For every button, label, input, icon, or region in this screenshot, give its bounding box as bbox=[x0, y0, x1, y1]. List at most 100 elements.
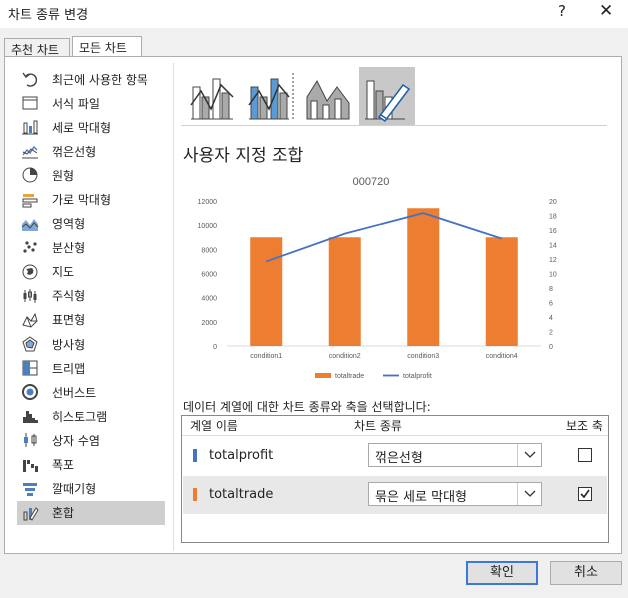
chart-type-item[interactable]: 영역형 bbox=[17, 212, 165, 236]
folder-icon bbox=[21, 94, 39, 112]
legend-swatch-totaltrade bbox=[315, 373, 331, 378]
x-axis-tick-label: condition3 bbox=[407, 353, 439, 360]
chart-type-item[interactable]: 분산형 bbox=[17, 236, 165, 260]
chart-type-item[interactable]: 원형 bbox=[17, 163, 165, 187]
column-line-secondary-icon bbox=[248, 73, 294, 120]
chart-type-label: 분산형 bbox=[52, 241, 86, 256]
x-axis-tick-label: condition4 bbox=[486, 353, 518, 360]
primary-axis-tick-label: 12000 bbox=[198, 199, 218, 206]
subtype-clustered-column-line[interactable] bbox=[185, 67, 241, 125]
chart-type-label: 최근에 사용한 항목 bbox=[52, 72, 148, 87]
series-name: totalprofit bbox=[209, 448, 274, 463]
subtype-column-line-secondary[interactable] bbox=[243, 67, 299, 125]
subtype-custom-combination[interactable] bbox=[359, 67, 415, 125]
chart-type-value: 묶은 세로 막대형 bbox=[375, 490, 467, 505]
chart-type-item[interactable]: 상자 수염 bbox=[17, 428, 165, 452]
primary-axis-tick-label: 10000 bbox=[198, 223, 218, 230]
chart-type-value: 꺾은선형 bbox=[375, 451, 423, 466]
chart-title: 000720 bbox=[353, 176, 390, 188]
chart-type-item[interactable]: 가로 막대형 bbox=[17, 187, 165, 211]
custom-combo-icon bbox=[365, 80, 411, 123]
series-row: totaltrade 묶은 세로 막대형 bbox=[183, 476, 607, 514]
secondary-axis-tick-label: 6 bbox=[549, 301, 553, 308]
tab-recommended-charts[interactable]: 추천 차트 bbox=[4, 38, 70, 57]
chart-type-label: 방사형 bbox=[52, 337, 86, 352]
cancel-button[interactable]: 취소 bbox=[550, 561, 622, 585]
secondary-axis-checkbox[interactable] bbox=[578, 448, 592, 462]
chart-type-item[interactable]: 방사형 bbox=[17, 332, 165, 356]
header-secondary-axis: 보조 축 bbox=[566, 419, 603, 433]
radar-chart-icon bbox=[21, 335, 39, 353]
chart-type-label: 영역형 bbox=[52, 217, 86, 232]
chart-type-item[interactable]: 꺾은선형 bbox=[17, 139, 165, 163]
chevron-down-icon[interactable] bbox=[517, 444, 541, 466]
secondary-axis-tick-label: 14 bbox=[549, 243, 557, 250]
chart-type-item[interactable]: 선버스트 bbox=[17, 380, 165, 404]
bar-totaltrade bbox=[407, 208, 440, 346]
combo-chart-icon bbox=[21, 504, 39, 522]
chart-type-label: 트리맵 bbox=[52, 361, 86, 376]
secondary-axis-tick-label: 4 bbox=[549, 315, 553, 322]
bar-chart-icon bbox=[21, 191, 39, 209]
stock-chart-icon bbox=[21, 287, 39, 305]
area-column-icon bbox=[306, 79, 350, 120]
chart-type-item[interactable]: 지도 bbox=[17, 260, 165, 284]
close-button[interactable]: ✕ bbox=[599, 1, 613, 21]
chart-type-dropdown[interactable]: 묶은 세로 막대형 bbox=[368, 482, 542, 506]
subtype-area-column[interactable] bbox=[301, 67, 357, 125]
undo-icon bbox=[21, 70, 39, 88]
chart-type-label: 서식 파일 bbox=[52, 96, 100, 111]
series-name: totaltrade bbox=[209, 487, 274, 502]
series-row: totalprofit 꺾은선형 bbox=[183, 437, 607, 475]
chart-type-item[interactable]: 히스토그램 bbox=[17, 404, 165, 428]
chart-type-item[interactable]: 서식 파일 bbox=[17, 91, 165, 115]
chart-type-item[interactable]: 표면형 bbox=[17, 308, 165, 332]
chart-type-label: 지도 bbox=[52, 265, 75, 280]
sunburst-icon bbox=[21, 383, 39, 401]
secondary-axis-tick-label: 20 bbox=[549, 199, 557, 206]
bar-totaltrade bbox=[485, 237, 518, 346]
tab-all-charts[interactable]: 모든 차트 bbox=[72, 36, 142, 56]
legend-label: totalprofit bbox=[403, 373, 432, 380]
chart-type-label: 혼합 bbox=[52, 506, 75, 521]
waterfall-icon bbox=[21, 456, 39, 474]
all-charts-panel: 최근에 사용한 항목 서식 파일 세로 막대형 꺾은선형 원형 가로 막대형 영역형 분산형 지… bbox=[4, 56, 622, 554]
chart-type-item[interactable]: 주식형 bbox=[17, 284, 165, 308]
secondary-axis-tick-label: 0 bbox=[549, 344, 553, 351]
checkmark-icon bbox=[580, 489, 590, 499]
primary-axis-tick-label: 8000 bbox=[201, 247, 217, 254]
chart-type-item[interactable]: 최근에 사용한 항목 bbox=[17, 67, 165, 91]
box-whisker-icon bbox=[21, 431, 39, 449]
primary-axis-tick-label: 0 bbox=[213, 344, 217, 351]
chart-type-item[interactable]: 깔때기형 bbox=[17, 477, 165, 501]
series-table: 계열 이름 차트 종류 보조 축 totalprofit 꺾은선형 totalt… bbox=[181, 415, 609, 543]
secondary-axis-tick-label: 8 bbox=[549, 286, 553, 293]
chart-type-label: 주식형 bbox=[52, 289, 86, 304]
header-chart-type: 차트 종류 bbox=[354, 419, 402, 433]
chart-type-item[interactable]: 혼합 bbox=[17, 500, 165, 525]
secondary-axis-tick-label: 12 bbox=[549, 257, 557, 264]
series-color-swatch bbox=[193, 449, 197, 462]
chevron-down-icon[interactable] bbox=[517, 483, 541, 505]
chart-type-item[interactable]: 트리맵 bbox=[17, 356, 165, 380]
treemap-icon bbox=[21, 359, 39, 377]
area-chart-icon bbox=[21, 215, 39, 233]
bar-totaltrade bbox=[328, 237, 361, 346]
secondary-axis-checkbox[interactable] bbox=[578, 487, 592, 501]
column-chart-icon bbox=[21, 118, 39, 136]
chart-type-item[interactable]: 폭포 bbox=[17, 453, 165, 477]
pie-chart-icon bbox=[21, 166, 39, 184]
line-chart-icon bbox=[21, 142, 39, 160]
primary-axis-tick-label: 4000 bbox=[201, 296, 217, 303]
chart-type-dropdown[interactable]: 꺾은선형 bbox=[368, 443, 542, 467]
map-globe-icon bbox=[21, 263, 39, 281]
ok-button[interactable]: 확인 bbox=[466, 561, 538, 585]
chart-type-label: 상자 수염 bbox=[52, 433, 100, 448]
help-button[interactable]: ? bbox=[558, 2, 566, 20]
window-title: 차트 종류 변경 bbox=[8, 8, 89, 23]
chart-type-list: 최근에 사용한 항목서식 파일세로 막대형 꺾은선형원형가로 막대형영역형분산형지… bbox=[17, 67, 165, 525]
chart-type-label: 원형 bbox=[52, 168, 75, 183]
secondary-axis-tick-label: 10 bbox=[549, 272, 557, 279]
line-totalprofit bbox=[265, 212, 503, 263]
chart-type-item[interactable]: 세로 막대형 bbox=[17, 115, 165, 139]
